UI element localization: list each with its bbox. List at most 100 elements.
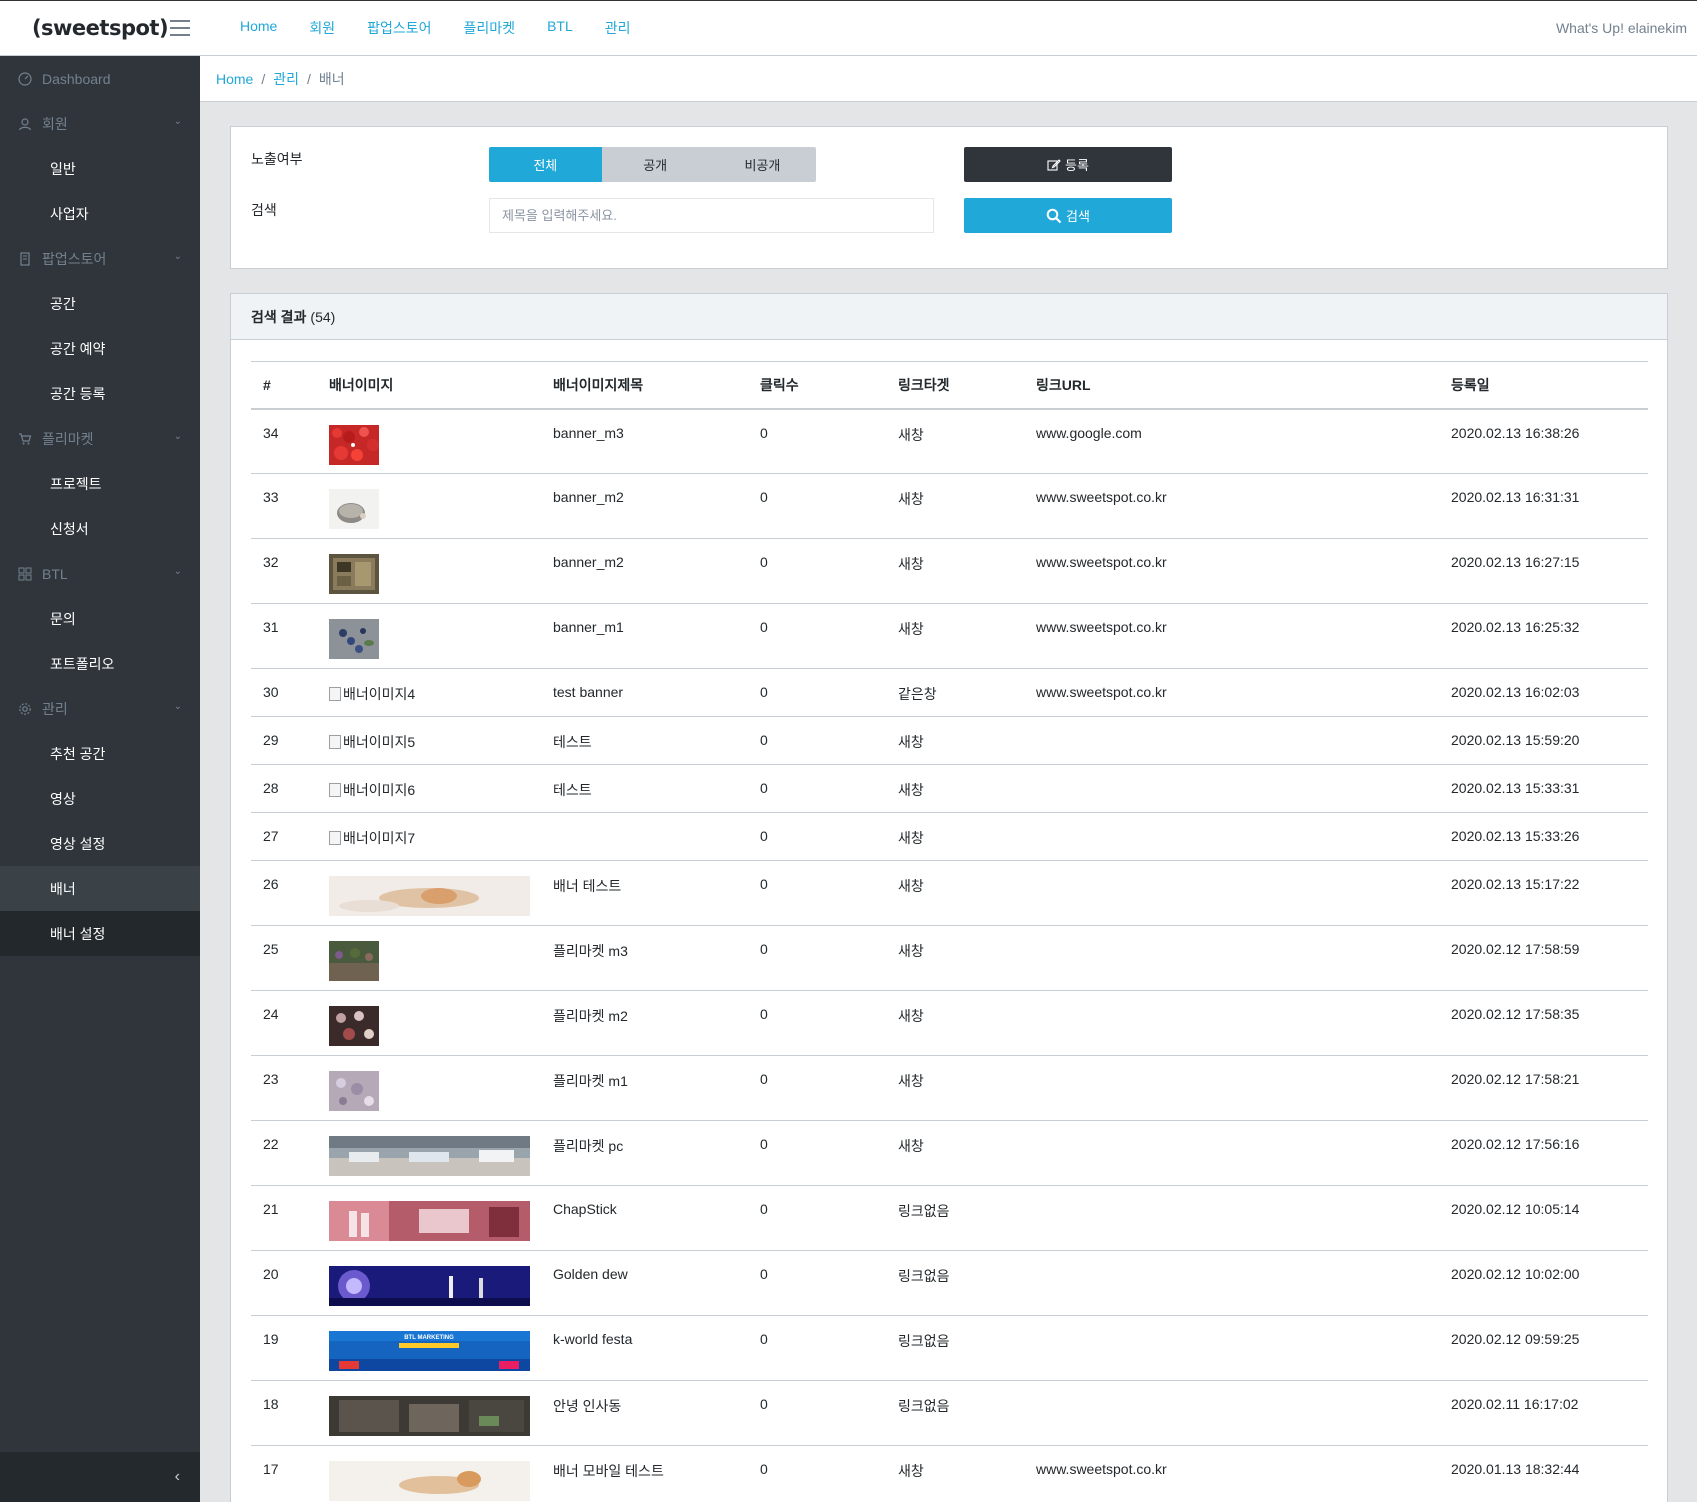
sidebar-item-recommended-space[interactable]: 추천 공간 xyxy=(0,731,200,776)
breadcrumb-admin[interactable]: 관리 xyxy=(273,69,299,89)
cell-link-url xyxy=(1024,1185,1439,1251)
table-row[interactable]: 27 배너이미지7 0 새창 2020.02.13 15:33:26 xyxy=(251,812,1648,861)
banner-thumbnail[interactable] xyxy=(329,619,541,659)
banner-thumbnail[interactable] xyxy=(329,554,541,594)
banner-thumbnail[interactable] xyxy=(329,1006,541,1046)
cell-banner-image xyxy=(317,1055,541,1121)
sidebar-group-flea-market[interactable]: 플리마켓 ⌄ xyxy=(0,416,200,461)
banner-thumbnail[interactable] xyxy=(329,1266,541,1306)
banner-thumbnail[interactable] xyxy=(329,1201,541,1241)
user-greeting[interactable]: What's Up! elainekim xyxy=(1556,20,1687,36)
broken-image-icon[interactable]: 배너이미지6 xyxy=(329,780,415,800)
table-row[interactable]: 28 배너이미지6 테스트 0 새창 2020.02.13 15:33:31 xyxy=(251,764,1648,813)
exposure-label: 노출여부 xyxy=(251,151,303,167)
cell-created-date: 2020.02.13 16:27:15 xyxy=(1439,538,1648,604)
sidebar-group-members[interactable]: 회원 ⌄ xyxy=(0,101,200,146)
sidebar-minimizer[interactable]: ‹ xyxy=(0,1452,200,1502)
sidebar-group-popup-store[interactable]: 팝업스토어 ⌄ xyxy=(0,236,200,281)
table-row[interactable]: 32 banner_m2 0 새창 www.sweetspot.co.kr 2020.02… xyxy=(251,538,1648,604)
edit-icon xyxy=(1047,158,1061,172)
table-row[interactable]: 23 플리마켓 m1 0 새창 2020.02.12 17:58:21 xyxy=(251,1055,1648,1121)
breadcrumb-home[interactable]: Home xyxy=(216,71,253,87)
col-clicks[interactable]: 클릭수 xyxy=(748,361,886,410)
table-row[interactable]: 24 플리마켓 m2 0 새창 2020.02.12 17:58:35 xyxy=(251,990,1648,1056)
building-icon xyxy=(18,251,32,266)
sidebar-item-banner-settings[interactable]: 배너 설정 xyxy=(0,911,200,956)
banner-thumbnail[interactable] xyxy=(329,941,541,981)
sidebar-item-label: 회원 xyxy=(42,115,68,132)
cell-created-date: 2020.02.12 17:58:59 xyxy=(1439,925,1648,991)
col-banner-title[interactable]: 배너이미지제목 xyxy=(541,361,748,410)
chevron-down-icon: ⌄ xyxy=(173,566,182,577)
col-link-target[interactable]: 링크타겟 xyxy=(886,361,1024,410)
cell-link-target: 새창 xyxy=(886,860,1024,926)
cell-link-target: 새창 xyxy=(886,925,1024,991)
table-row[interactable]: 26 배너 테스트 0 새창 2020.02.13 15:17:22 xyxy=(251,860,1648,926)
topnav-admin[interactable]: 관리 xyxy=(589,18,647,38)
topnav-home[interactable]: Home xyxy=(220,18,293,38)
results-count: (54) xyxy=(310,308,336,325)
table-row[interactable]: 21 ChapStick 0 링크없음 2020.02.12 10:05:14 xyxy=(251,1185,1648,1251)
sidebar-item-space-register[interactable]: 공간 등록 xyxy=(0,371,200,416)
table-row[interactable]: 30 배너이미지4 test banner 0 같은창 www.sweetspot.co.… xyxy=(251,668,1648,717)
banner-thumbnail[interactable] xyxy=(329,1396,541,1436)
col-created-date[interactable]: 등록일 xyxy=(1439,361,1648,410)
results-title: 검색 결과 xyxy=(251,308,307,325)
hamburger-menu-icon[interactable] xyxy=(170,20,190,36)
sidebar-item-dashboard[interactable]: Dashboard xyxy=(0,56,200,101)
broken-image-icon[interactable]: 배너이미지4 xyxy=(329,684,415,704)
sidebar-item-business[interactable]: 사업자 xyxy=(0,191,200,236)
table-row[interactable]: 29 배너이미지5 테스트 0 새창 2020.02.13 15:59:20 xyxy=(251,716,1648,765)
toggle-all[interactable]: 전체 xyxy=(489,147,602,182)
table-row[interactable]: 19 BTL MARKETING k-world festa 0 링크없음 2020.02… xyxy=(251,1315,1648,1381)
sidebar-item-application[interactable]: 신청서 xyxy=(0,506,200,551)
col-link-url[interactable]: 링크URL xyxy=(1024,361,1439,410)
broken-image-icon[interactable]: 배너이미지7 xyxy=(329,828,415,848)
table-row[interactable]: 17 배너 모바일 테스트 0 새창 www.sweetspot.co.kr 2020.0… xyxy=(251,1445,1648,1502)
topnav-members[interactable]: 회원 xyxy=(293,18,351,38)
table-row[interactable]: 18 안녕 인사동 0 링크없음 2020.02.11 16:17:02 xyxy=(251,1380,1648,1446)
sidebar-item-banner[interactable]: 배너 xyxy=(0,866,200,911)
search-button[interactable]: 검색 xyxy=(964,198,1172,233)
sidebar-item-video[interactable]: 영상 xyxy=(0,776,200,821)
table-row[interactable]: 34 banner_m3 0 새창 www.google.com 2020.02.13 1… xyxy=(251,408,1648,474)
topnav-popup-store[interactable]: 팝업스토어 xyxy=(351,18,447,38)
banner-thumbnail[interactable] xyxy=(329,1461,541,1501)
cell-number: 27 xyxy=(251,812,317,861)
toggle-public[interactable]: 공개 xyxy=(601,147,709,182)
banner-thumbnail[interactable]: BTL MARKETING xyxy=(329,1331,541,1371)
sidebar-item-space-reservation[interactable]: 공간 예약 xyxy=(0,326,200,371)
banner-thumbnail[interactable] xyxy=(329,1071,541,1111)
cell-number: 32 xyxy=(251,538,317,604)
search-icon xyxy=(1046,208,1062,224)
table-row[interactable]: 31 banner_m1 0 새창 www.sweetspot.co.kr 2020.02… xyxy=(251,603,1648,669)
sidebar-group-admin[interactable]: 관리 ⌄ xyxy=(0,686,200,731)
table-row[interactable]: 20 Golden dew 0 링크없음 2020.02.12 10:02:00 xyxy=(251,1250,1648,1316)
topnav-flea-market[interactable]: 플리마켓 xyxy=(448,18,532,38)
sidebar-item-inquiry[interactable]: 문의 xyxy=(0,596,200,641)
table-row[interactable]: 22 플리마켓 pc 0 새창 2020.02.12 17:56:16 xyxy=(251,1120,1648,1186)
table-row[interactable]: 25 플리마켓 m3 0 새창 2020.02.12 17:58:59 xyxy=(251,925,1648,991)
search-input[interactable] xyxy=(489,198,934,233)
chevron-left-icon[interactable]: ‹ xyxy=(175,1468,180,1486)
banner-thumbnail[interactable] xyxy=(329,424,541,465)
topnav-btl[interactable]: BTL xyxy=(531,18,589,38)
register-button[interactable]: 등록 xyxy=(964,147,1172,182)
sidebar-item-space[interactable]: 공간 xyxy=(0,281,200,326)
banner-thumbnail[interactable] xyxy=(329,489,541,529)
sidebar-group-btl[interactable]: BTL ⌄ xyxy=(0,551,200,596)
sidebar-item-general[interactable]: 일반 xyxy=(0,146,200,191)
banner-thumbnail[interactable] xyxy=(329,1136,541,1176)
col-banner-image[interactable]: 배너이미지 xyxy=(317,361,541,410)
table-row[interactable]: 33 banner_m2 0 새창 www.sweetspot.co.kr 2020.02… xyxy=(251,473,1648,539)
col-number[interactable]: # xyxy=(251,361,317,410)
sidebar-item-portfolio[interactable]: 포트폴리오 xyxy=(0,641,200,686)
cell-clicks: 0 xyxy=(748,1250,886,1316)
toggle-private[interactable]: 비공개 xyxy=(708,147,816,182)
cell-clicks: 0 xyxy=(748,716,886,765)
sidebar-item-project[interactable]: 프로젝트 xyxy=(0,461,200,506)
broken-image-icon[interactable]: 배너이미지5 xyxy=(329,732,415,752)
banner-thumbnail[interactable] xyxy=(329,876,541,916)
cell-clicks: 0 xyxy=(748,925,886,991)
sidebar-item-video-settings[interactable]: 영상 설정 xyxy=(0,821,200,866)
